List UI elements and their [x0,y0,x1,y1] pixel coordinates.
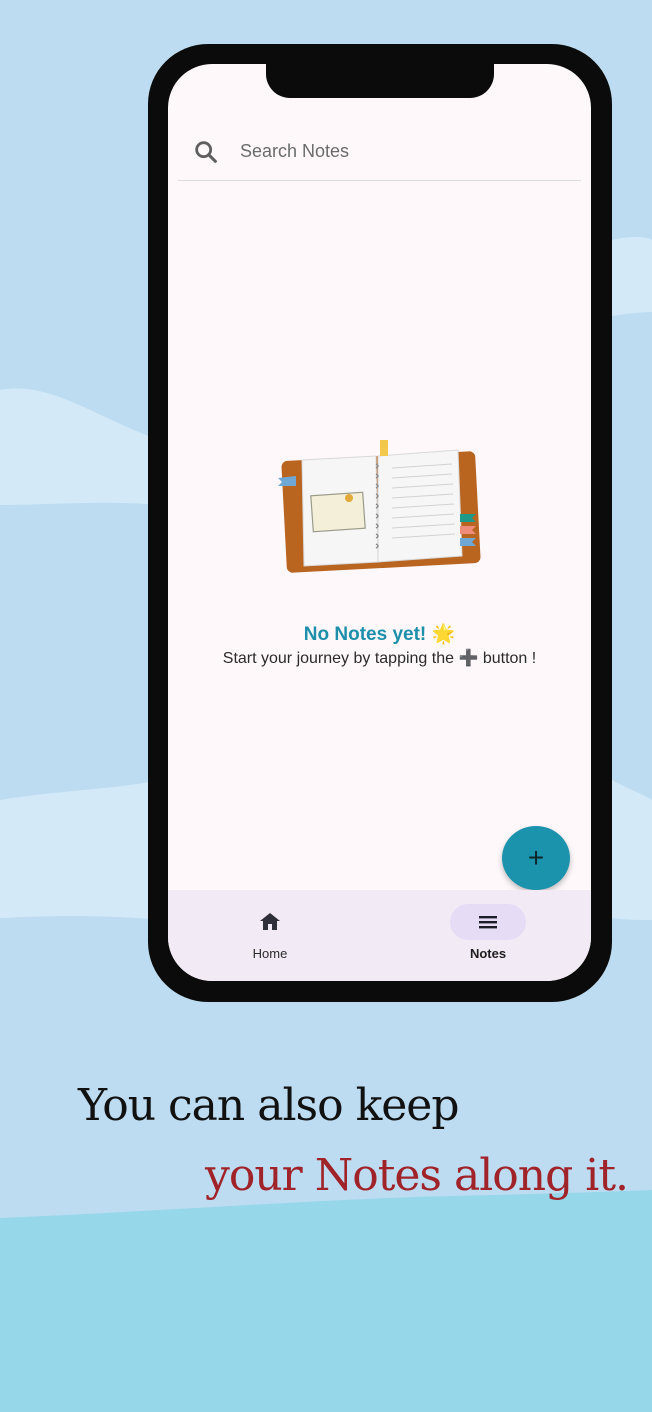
nav-item-notes[interactable]: Notes [438,904,538,968]
caption-line-2: your Notes along it. [205,1150,629,1201]
nav-label-home: Home [252,946,288,961]
subtitle-text-end: button ! [478,650,537,667]
add-note-button[interactable]: + [502,826,570,890]
nav-label-notes: Notes [469,946,507,961]
empty-state-title: No Notes yet! 🌟 [303,624,456,645]
phone-screen: No Notes yet! 🌟 Start your journey by ta… [168,64,591,981]
notebook-illustration [278,440,481,573]
search-input[interactable] [240,136,560,166]
plus-icon: + [527,842,545,873]
caption-line-1: You can also keep [78,1080,460,1131]
empty-state-subtitle: Start your journey by tapping the ➕ butt… [168,648,591,668]
nav-item-home[interactable]: Home [220,904,320,968]
search-bar[interactable] [178,124,581,181]
phone-notch [266,60,494,98]
bottom-navigation: Home Notes [168,890,591,981]
search-icon[interactable] [192,138,220,166]
menu-icon [479,916,497,929]
plus-emoji-icon: ➕ [458,650,479,667]
subtitle-text-start: Start your journey by tapping the [222,650,459,667]
home-icon [260,913,280,930]
